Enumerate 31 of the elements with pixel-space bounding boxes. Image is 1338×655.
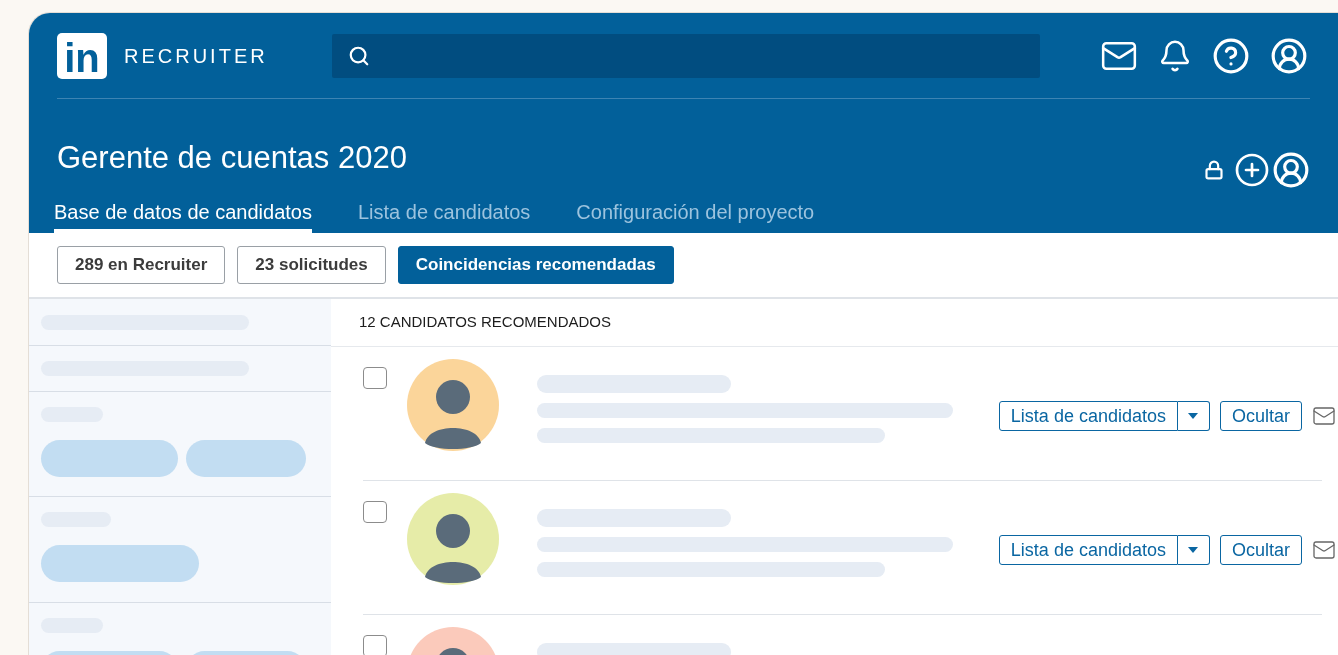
filter-button[interactable]: Coincidencias recomendadas	[397, 246, 674, 284]
mail-icon[interactable]	[1312, 404, 1336, 428]
bell-icon[interactable]	[1158, 38, 1192, 73]
profile-icon[interactable]	[1270, 36, 1308, 75]
lock-icon[interactable]	[1204, 160, 1224, 180]
tab[interactable]: Base de datos de candidatos	[54, 195, 312, 233]
dropdown-button[interactable]	[1177, 535, 1210, 565]
filter-button[interactable]: 289 en Recruiter	[57, 246, 226, 284]
help-icon[interactable]	[1212, 36, 1250, 75]
list-button[interactable]: Lista de candidatos	[998, 401, 1178, 431]
list-button[interactable]: Lista de candidatos	[998, 535, 1178, 565]
tab[interactable]: Lista de candidatos	[357, 195, 531, 233]
caret-icon	[1188, 413, 1199, 419]
project-title: Gerente de cuentas 2020	[57, 138, 407, 177]
dropdown-button[interactable]	[1177, 401, 1210, 431]
results-heading: 12 CANDIDATOS RECOMENDADOS	[359, 312, 611, 333]
search-icon	[347, 44, 370, 67]
hide-button[interactable]: Ocultar	[1219, 401, 1302, 431]
caret-icon	[1188, 547, 1199, 553]
profile-icon[interactable]	[1272, 151, 1310, 189]
checkbox[interactable]	[363, 635, 387, 655]
add-icon[interactable]	[1234, 152, 1270, 188]
mail-icon[interactable]	[1312, 538, 1336, 562]
search-field[interactable]	[331, 33, 1040, 78]
filter-button[interactable]: 23 solicitudes	[237, 246, 386, 284]
hide-button[interactable]: Ocultar	[1219, 535, 1302, 565]
logo: in	[57, 32, 107, 79]
tab[interactable]: Configuración del proyecto	[576, 195, 815, 233]
checkbox[interactable]	[363, 367, 387, 389]
product-name: RECRUITER	[124, 43, 268, 69]
checkbox[interactable]	[363, 501, 387, 523]
